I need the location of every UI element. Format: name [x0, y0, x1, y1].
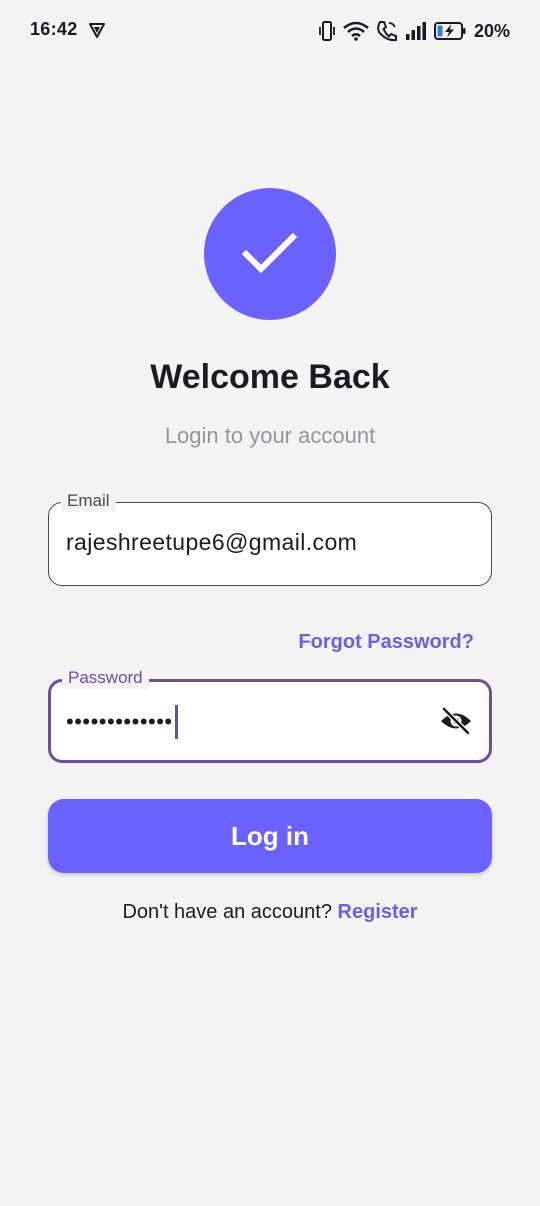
forgot-password-link[interactable]: Forgot Password?	[298, 631, 474, 654]
password-field-value[interactable]: •••••••••••••	[66, 705, 178, 739]
eye-off-icon[interactable]	[439, 706, 473, 736]
register-prompt-text: Don't have an account?	[122, 901, 332, 923]
page-title: Welcome Back	[150, 358, 390, 396]
status-bar: 16:42 20%	[0, 0, 540, 62]
status-time: 16:42	[30, 19, 78, 39]
status-icons: 20%	[318, 19, 510, 43]
text-cursor	[174, 705, 178, 739]
email-field-label: Email	[61, 490, 116, 512]
register-link[interactable]: Register	[338, 901, 418, 923]
battery-charging-icon	[433, 21, 466, 41]
password-field-label: Password	[62, 667, 149, 689]
wifi-icon	[343, 21, 369, 41]
wifi-call-icon	[376, 20, 398, 42]
register-prompt: Don't have an account? Register	[0, 901, 540, 924]
password-field[interactable]: Password •••••••••••••	[48, 667, 492, 763]
page-subtitle: Login to your account	[164, 423, 376, 448]
battery-percentage: 20%	[473, 20, 510, 41]
password-masked-text: •••••••••••••	[66, 709, 173, 734]
signal-icon	[405, 21, 427, 41]
checkmark-icon	[242, 232, 298, 274]
login-button[interactable]: Log in	[48, 799, 492, 873]
vibrate-icon	[318, 20, 336, 42]
app-logo	[204, 188, 336, 320]
email-field[interactable]: Email rajeshreetupe6@gmail.com	[48, 490, 492, 586]
email-field-value[interactable]: rajeshreetupe6@gmail.com	[66, 529, 357, 556]
shield-icon	[88, 21, 106, 39]
